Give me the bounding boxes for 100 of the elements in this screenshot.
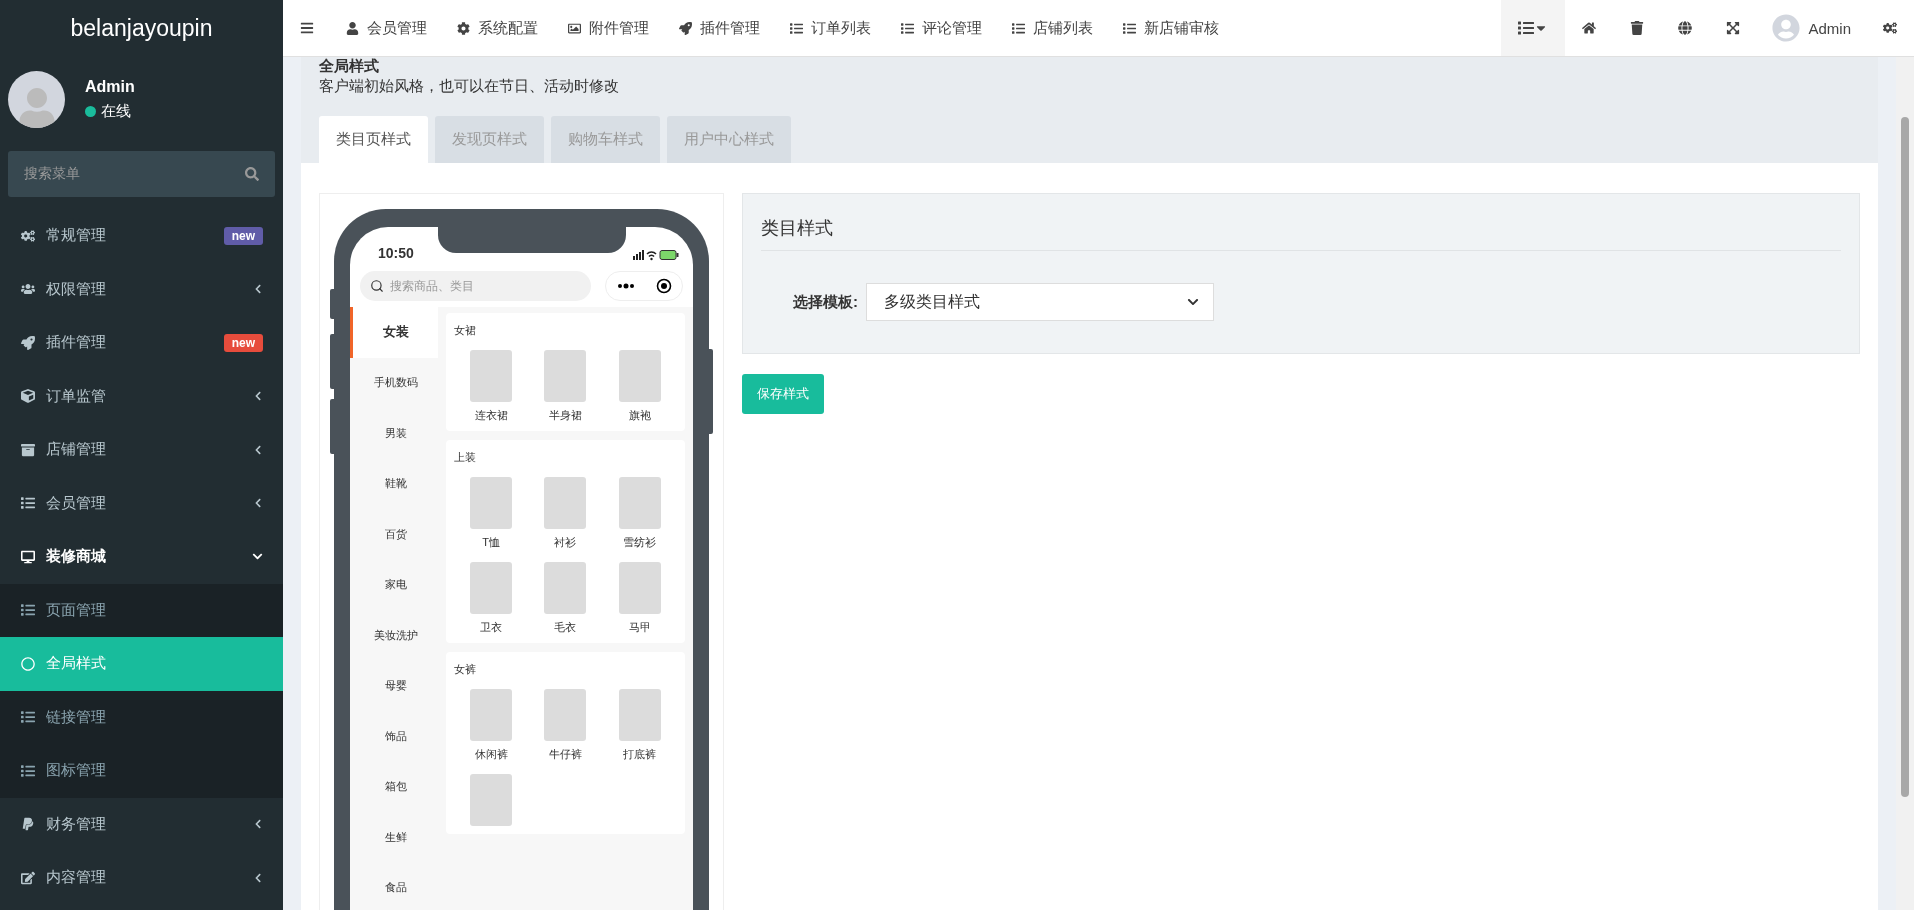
cogs-icon <box>21 228 35 243</box>
list-dropdown-icon[interactable] <box>1501 0 1566 56</box>
category-item[interactable]: 饰品 <box>350 711 438 762</box>
sidebar-item[interactable]: 插件管理 new <box>0 316 283 370</box>
sidebar-item[interactable]: 内容管理 <box>0 851 283 905</box>
chevron-left-icon <box>253 284 263 295</box>
avatar-icon <box>8 70 65 128</box>
new-badge: new <box>223 226 263 245</box>
search-icon <box>370 279 384 293</box>
category-item[interactable]: 美妆洗护 <box>350 610 438 661</box>
sidebar-item[interactable]: 常规管理 new <box>0 209 283 263</box>
nav-link[interactable]: 会员管理 <box>331 0 442 56</box>
chevron-left-icon <box>253 872 263 883</box>
sidebar-item[interactable]: 权限管理 <box>0 262 283 316</box>
avatar-icon <box>1772 14 1801 42</box>
category-item[interactable]: 手机数码 <box>350 357 438 408</box>
photo-placeholder <box>544 689 587 741</box>
field-label: 选择模板: <box>793 292 858 312</box>
search-icon <box>245 167 259 181</box>
section-title: 上装 <box>454 450 477 465</box>
list-icon <box>790 21 803 35</box>
chevron-left-icon <box>253 819 263 830</box>
nav-link[interactable]: 店铺列表 <box>997 0 1108 56</box>
rocket-icon <box>21 335 35 350</box>
settings-icon <box>457 21 470 35</box>
category-item[interactable]: 百货 <box>350 509 438 560</box>
tab[interactable]: 类目页样式 <box>319 116 428 163</box>
user-name: Admin <box>85 77 135 96</box>
category-item[interactable]: 箱包 <box>350 761 438 812</box>
photo-placeholder <box>618 562 661 614</box>
nav-link[interactable]: 订单列表 <box>775 0 886 56</box>
chevron-left-icon <box>253 498 263 509</box>
category-item[interactable]: 生鲜 <box>350 812 438 863</box>
product-name: 毛衣 <box>554 620 577 635</box>
category-item[interactable]: 食品 <box>350 862 438 910</box>
section-title: 女裙 <box>454 323 477 338</box>
photo-placeholder <box>618 689 661 741</box>
nav-link[interactable]: 插件管理 <box>664 0 775 56</box>
list-icon <box>901 21 914 35</box>
status-icons-drawing <box>633 249 679 261</box>
archive-icon <box>21 442 35 457</box>
rocket-icon <box>679 21 692 35</box>
sidebar-item[interactable]: 财务管理 <box>0 797 283 851</box>
new-badge: new <box>223 333 263 352</box>
submenu-item[interactable]: 图标管理 <box>0 744 283 798</box>
list-icon <box>21 603 35 618</box>
list-icon <box>21 496 35 511</box>
more-icon <box>616 283 635 289</box>
sidebar-item[interactable]: 订单监管 <box>0 369 283 423</box>
category-item[interactable]: 鞋靴 <box>350 458 438 509</box>
sidebar-item[interactable]: 店铺管理 <box>0 423 283 477</box>
image-icon <box>568 21 581 35</box>
product-name: 打底裤 <box>623 747 657 762</box>
target-icon <box>655 278 672 294</box>
scrollbar-thumb[interactable] <box>1901 117 1909 797</box>
list-icon <box>21 763 35 778</box>
sidebar-item[interactable]: 装修商城 <box>0 530 283 584</box>
status-dot <box>85 105 96 117</box>
cube-icon <box>21 389 35 404</box>
user-menu[interactable]: Admin <box>1757 0 1866 56</box>
photo-placeholder <box>544 477 587 529</box>
user-icon <box>346 21 359 35</box>
nav-link[interactable]: 附件管理 <box>553 0 664 56</box>
user-status: 在线 <box>101 101 131 121</box>
product-name: 马甲 <box>628 620 651 635</box>
photo-placeholder <box>470 350 513 402</box>
template-select[interactable]: 多级类目样式 <box>866 283 1214 321</box>
submenu-item[interactable]: 页面管理 <box>0 583 283 637</box>
photo-placeholder <box>470 562 513 614</box>
paypal-icon <box>21 817 35 832</box>
category-item[interactable]: 女装 <box>350 307 438 358</box>
section-title: 女裤 <box>454 662 477 677</box>
chevron-down-icon <box>1187 296 1199 308</box>
nav-link[interactable]: 系统配置 <box>442 0 553 56</box>
product-name: 旗袍 <box>628 408 651 423</box>
nav-link[interactable]: 新店铺审核 <box>1108 0 1234 56</box>
product-name: 卫衣 <box>480 620 503 635</box>
nav-link[interactable]: 评论管理 <box>886 0 997 56</box>
monitor-icon <box>21 549 35 564</box>
photo-placeholder <box>544 350 587 402</box>
list-icon <box>1123 21 1136 35</box>
category-item[interactable]: 男装 <box>350 408 438 459</box>
photo-placeholder <box>470 477 513 529</box>
photo-placeholder <box>470 689 513 741</box>
product-name: 衬衫 <box>554 535 577 550</box>
photo-placeholder <box>470 774 513 826</box>
list-icon <box>1012 21 1025 35</box>
chevron-left-icon <box>253 444 263 455</box>
panel-title: 类目样式 <box>761 216 1841 251</box>
chevron-left-icon <box>253 391 263 402</box>
product-name: 休闲裤 <box>474 747 508 762</box>
product-name: 雪纺衫 <box>623 535 657 550</box>
status-time: 10:50 <box>378 245 414 261</box>
category-item[interactable]: 母婴 <box>350 660 438 711</box>
brand-title: belanjayoupin <box>69 14 214 43</box>
category-item[interactable]: 家电 <box>350 559 438 610</box>
sidebar-item[interactable]: 会员管理 <box>0 476 283 530</box>
product-name: 连衣裙 <box>474 408 508 423</box>
product-name: T恤 <box>482 535 501 550</box>
submenu-item[interactable]: 链接管理 <box>0 690 283 744</box>
